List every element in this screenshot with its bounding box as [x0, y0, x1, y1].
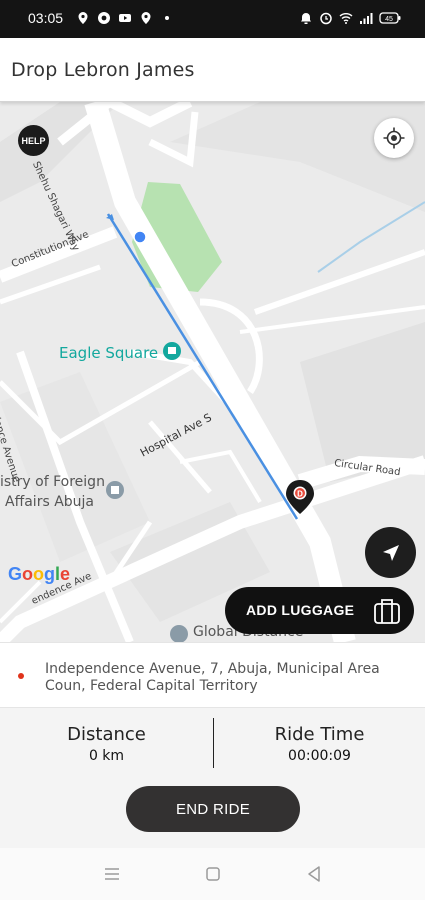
map-label-eagle-square: Eagle Square — [59, 344, 159, 362]
google-logo: Google — [8, 564, 70, 585]
map-canvas[interactable]: D — [0, 102, 425, 642]
destination-marker-label: D — [297, 490, 303, 499]
recenter-button[interactable] — [374, 118, 414, 158]
gps-crosshair-icon — [383, 127, 405, 149]
distance-stat: Distance 0 km — [0, 724, 213, 764]
google-logo-letter: g — [44, 564, 56, 584]
back-icon[interactable] — [305, 865, 323, 883]
alarm-icon — [301, 13, 311, 24]
distance-title: Distance — [67, 724, 146, 745]
dot-icon — [165, 16, 169, 20]
google-logo-letter: o — [22, 564, 34, 584]
status-right-icons: 45 — [299, 11, 401, 25]
end-ride-button[interactable]: END RIDE — [126, 786, 300, 832]
luggage-icon — [374, 599, 400, 624]
location-icon — [78, 12, 88, 24]
battery-level: 45 — [385, 16, 393, 23]
battery-icon: 45 — [379, 12, 401, 24]
current-location-dot — [133, 230, 147, 244]
map-label-ministry-line2: Affairs Abuja — [5, 494, 94, 510]
google-logo-letter: G — [8, 564, 23, 584]
google-logo-letter: e — [60, 564, 71, 584]
add-luggage-button[interactable]: ADD LUGGAGE — [225, 587, 414, 634]
add-luggage-label: ADD LUGGAGE — [246, 602, 355, 618]
status-time: 03:05 — [28, 10, 64, 26]
status-bar: 03:05 45 — [0, 0, 425, 38]
chrome-icon — [98, 12, 110, 24]
location-icon — [141, 12, 151, 24]
wifi-icon — [339, 13, 353, 24]
navigation-arrow-icon — [382, 544, 399, 561]
destination-dot-icon — [18, 673, 24, 679]
youtube-icon — [119, 14, 131, 22]
help-button[interactable]: HELP — [18, 125, 49, 156]
ride-time-stat: Ride Time 00:00:09 — [213, 724, 425, 764]
ride-time-value: 00:00:09 — [288, 748, 351, 764]
page-title: Drop Lebron James — [11, 59, 195, 81]
signal-icon — [360, 13, 373, 24]
ride-time-title: Ride Time — [274, 724, 365, 745]
app-header: Drop Lebron James — [0, 38, 425, 102]
map-view[interactable]: D Shehu Shagari Way Constitution Ave Eag… — [0, 102, 425, 642]
recents-icon[interactable] — [103, 865, 121, 883]
google-logo-letter: o — [33, 564, 45, 584]
destination-address: Independence Avenue, 7, Abuja, Municipal… — [45, 661, 380, 694]
ride-stats-panel: Distance 0 km Ride Time 00:00:09 END RID… — [0, 708, 425, 848]
clock-icon — [320, 12, 332, 25]
system-nav-bar — [0, 848, 425, 900]
navigate-button[interactable] — [365, 527, 416, 578]
home-icon[interactable] — [204, 865, 222, 883]
destination-address-card: Independence Avenue, 7, Abuja, Municipal… — [0, 642, 425, 708]
status-left-icons — [76, 11, 174, 25]
map-label-ministry-line1: istry of Foreign — [0, 474, 105, 490]
distance-value: 0 km — [88, 748, 125, 764]
